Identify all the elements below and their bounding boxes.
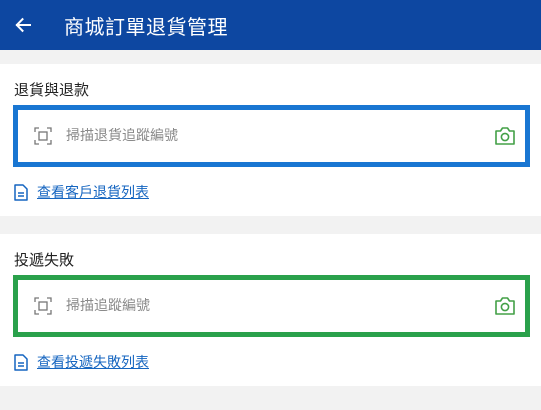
section-title-returns: 退貨與退款 — [14, 81, 90, 99]
failed-delivery-card: 投遞失敗 查看投遞失敗列表 — [0, 234, 541, 386]
returns-tracking-input[interactable] — [66, 128, 466, 144]
camera-icon[interactable] — [493, 294, 517, 318]
section-title-failed-delivery: 投遞失敗 — [14, 251, 75, 269]
failed-delivery-scan-box[interactable] — [13, 275, 530, 337]
barcode-scan-icon — [34, 297, 52, 315]
link-label: 查看客戶退貨列表 — [37, 185, 149, 201]
view-failed-delivery-link[interactable]: 查看投遞失敗列表 — [13, 352, 149, 372]
document-icon — [13, 183, 29, 201]
app-header: 商城訂單退貨管理 — [0, 0, 541, 50]
failed-delivery-tracking-input[interactable] — [66, 298, 466, 314]
arrow-left-icon — [14, 16, 32, 34]
barcode-scan-icon — [34, 127, 52, 145]
link-label: 查看投遞失敗列表 — [37, 355, 149, 371]
returns-scan-box[interactable] — [13, 105, 530, 167]
camera-icon[interactable] — [493, 124, 517, 148]
returns-refunds-card: 退貨與退款 查看客戶退貨列表 — [0, 64, 541, 216]
back-button[interactable] — [0, 0, 46, 50]
page-title: 商城訂單退貨管理 — [64, 14, 228, 39]
document-icon — [13, 353, 29, 371]
view-customer-returns-link[interactable]: 查看客戶退貨列表 — [13, 182, 149, 202]
